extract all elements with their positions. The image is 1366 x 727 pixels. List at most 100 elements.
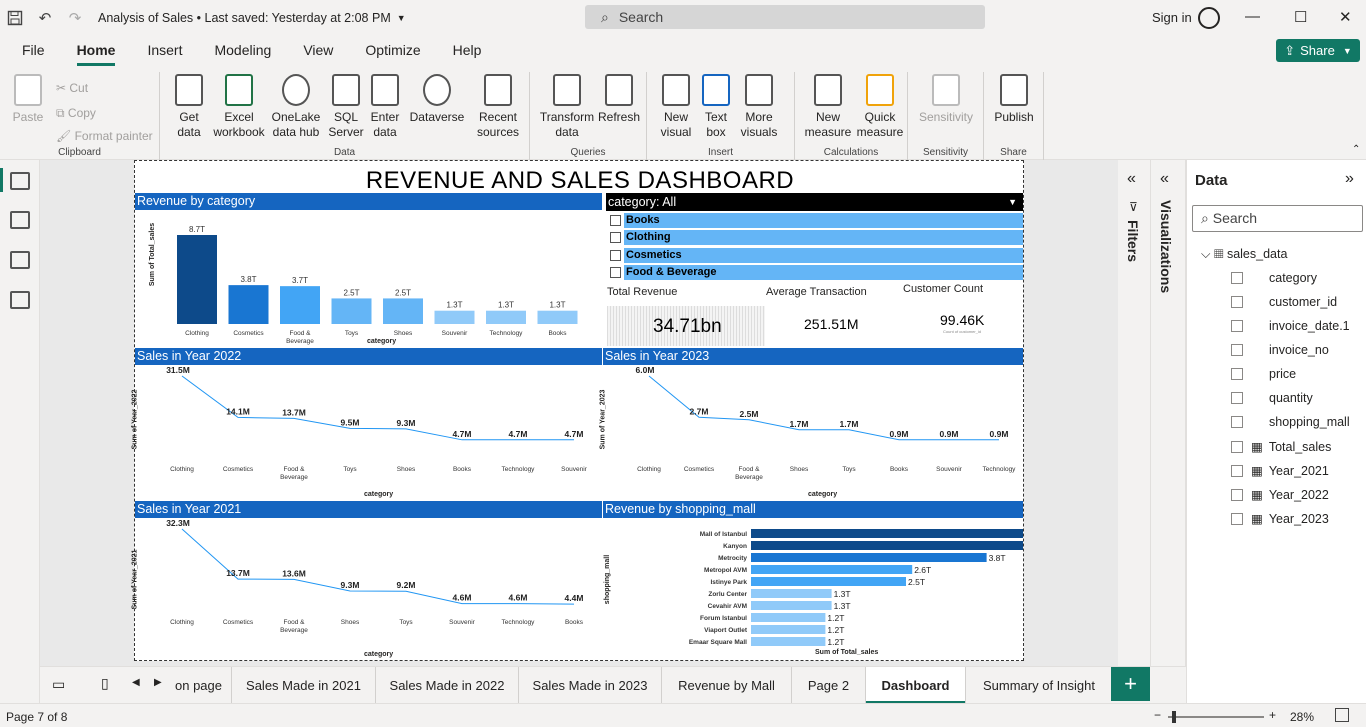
checkbox[interactable] xyxy=(1231,440,1243,453)
sign-in-link[interactable]: Sign in xyxy=(1152,10,1192,25)
new-visual-button[interactable]: New visual xyxy=(657,74,695,140)
checkbox[interactable] xyxy=(1231,392,1243,404)
undo-icon[interactable]: ↶ xyxy=(30,0,60,36)
minimize-icon[interactable]: — xyxy=(1245,8,1260,25)
menu-help[interactable]: Help xyxy=(437,36,498,66)
field-customer-id[interactable]: customer_id xyxy=(1231,295,1337,309)
menu-optimize[interactable]: Optimize xyxy=(349,36,436,66)
document-title[interactable]: Analysis of Sales • Last saved: Yesterda… xyxy=(98,11,391,25)
next-page-icon[interactable]: ▶ xyxy=(154,677,162,688)
prev-page-icon[interactable]: ◀ xyxy=(132,677,140,688)
expand-icon[interactable]: « xyxy=(1127,170,1136,188)
slicer-item-clothing[interactable]: Clothing xyxy=(606,230,1023,245)
sales-2022-chart[interactable]: 31.5M Clothing 14.1M Cosmetics 13.7M Food & Be… xyxy=(135,365,602,495)
menu-home[interactable]: Home xyxy=(61,36,132,66)
checkbox[interactable] xyxy=(1231,488,1243,501)
tab-dashboard[interactable]: Dashboard xyxy=(866,667,966,704)
quick-measure-button[interactable]: Quick measure xyxy=(855,74,905,140)
report-view-icon[interactable] xyxy=(10,172,30,190)
category-slicer-header[interactable]: category: All ▼ xyxy=(606,193,1023,211)
redo-icon[interactable]: ↷ xyxy=(60,0,90,36)
transform-data-button[interactable]: Transform data xyxy=(538,74,596,140)
zoom-slider[interactable] xyxy=(1168,711,1264,723)
field-year-2022[interactable]: ▦ Year_2022 xyxy=(1231,487,1329,502)
enter-data-button[interactable]: Enter data xyxy=(368,74,402,140)
visualizations-pane-collapsed[interactable]: « Visualizations xyxy=(1151,160,1186,703)
tab-summary-of-insight[interactable]: Summary of Insight xyxy=(966,667,1112,704)
tab-on-page[interactable]: on page xyxy=(166,667,232,704)
field-price[interactable]: price xyxy=(1231,367,1296,381)
tab-revenue-by-mall[interactable]: Revenue by Mall xyxy=(662,667,792,704)
checkbox[interactable] xyxy=(610,267,621,278)
menu-insert[interactable]: Insert xyxy=(131,36,198,66)
add-page-button[interactable]: + xyxy=(1111,667,1150,701)
tab-sales-2022[interactable]: Sales Made in 2022 xyxy=(376,667,519,704)
collapse-ribbon-icon[interactable]: ⌃ xyxy=(1352,144,1360,155)
maximize-icon[interactable]: ☐ xyxy=(1294,8,1307,26)
checkbox[interactable] xyxy=(610,250,621,261)
field-year-2023[interactable]: ▦ Year_2023 xyxy=(1231,511,1329,526)
field-year-2021[interactable]: ▦ Year_2021 xyxy=(1231,463,1329,478)
publish-button[interactable]: Publish xyxy=(992,74,1036,125)
menu-view[interactable]: View xyxy=(287,36,349,66)
get-data-button[interactable]: Get data xyxy=(168,74,210,140)
checkbox[interactable] xyxy=(1231,416,1243,428)
zoom-slider-handle[interactable] xyxy=(1172,711,1176,723)
sensitivity-button[interactable]: Sensitivity xyxy=(914,74,978,125)
revenue-by-category-chart[interactable]: 8.7T Clothing 3.8T Cosmetics 3.7T Food & Bever… xyxy=(135,210,602,348)
share-button[interactable]: ⇪ Share ▼ xyxy=(1276,39,1360,62)
slicer-item-food-beverage[interactable]: Food & Beverage xyxy=(606,265,1023,280)
model-view-icon[interactable] xyxy=(10,251,30,269)
collapse-icon[interactable]: » xyxy=(1345,170,1354,188)
field-invoice-no[interactable]: invoice_no xyxy=(1231,343,1329,357)
checkbox[interactable] xyxy=(610,232,621,243)
paste-button[interactable]: Paste xyxy=(10,74,46,125)
onelake-button[interactable]: OneLake data hub xyxy=(268,74,324,140)
dax-query-view-icon[interactable] xyxy=(10,291,30,309)
sql-server-button[interactable]: SQL Server xyxy=(328,74,364,140)
recent-sources-button[interactable]: Recent sources xyxy=(470,74,526,140)
tab-sales-2023[interactable]: Sales Made in 2023 xyxy=(519,667,662,704)
more-visuals-button[interactable]: More visuals xyxy=(735,74,783,140)
cut-button[interactable]: ✂ Cut xyxy=(56,81,88,95)
expand-icon[interactable]: « xyxy=(1160,170,1169,188)
format-painter-button[interactable]: 🖌 Format painter xyxy=(56,129,153,143)
slicer-item-books[interactable]: Books xyxy=(606,213,1023,228)
data-search-input[interactable]: ⌕ Search xyxy=(1192,205,1363,232)
revenue-by-mall-chart[interactable]: 5.0TMall of Istanbul5.0TKanyon3.8TMetroc… xyxy=(603,518,1023,648)
sales-2023-chart[interactable]: 6.0M Clothing 2.7M Cosmetics 2.5M Food & Bever… xyxy=(603,365,1023,495)
field-quantity[interactable]: quantity xyxy=(1231,391,1313,405)
checkbox[interactable] xyxy=(1231,272,1243,284)
checkbox[interactable] xyxy=(610,215,621,226)
tab-page-2[interactable]: Page 2 xyxy=(792,667,866,704)
checkbox[interactable] xyxy=(1231,512,1243,525)
close-icon[interactable]: ✕ xyxy=(1339,8,1352,26)
fit-to-page-icon[interactable] xyxy=(1335,708,1349,722)
field-category[interactable]: category xyxy=(1231,271,1317,285)
checkbox[interactable] xyxy=(1231,344,1243,356)
excel-workbook-button[interactable]: Excel workbook xyxy=(212,74,266,140)
field-invoice-date-1[interactable]: invoice_date.1 xyxy=(1231,319,1350,333)
checkbox[interactable] xyxy=(1231,296,1243,308)
table-sales-data[interactable]: ⌵ ▦ sales_data xyxy=(1201,247,1287,262)
zoom-out-icon[interactable]: − xyxy=(1154,708,1161,722)
avatar-icon[interactable] xyxy=(1198,7,1220,29)
dataverse-button[interactable]: Dataverse xyxy=(406,74,468,125)
save-icon[interactable] xyxy=(0,0,30,36)
table-view-icon[interactable] xyxy=(10,211,30,229)
slicer-item-cosmetics[interactable]: Cosmetics xyxy=(606,248,1023,263)
menu-file[interactable]: File xyxy=(0,36,61,66)
text-box-button[interactable]: Text box xyxy=(699,74,733,140)
chevron-down-icon[interactable]: ▼ xyxy=(397,13,406,23)
checkbox[interactable] xyxy=(1231,320,1243,332)
checkbox[interactable] xyxy=(1231,464,1243,477)
search-input[interactable]: ⌕ Search xyxy=(585,5,985,29)
zoom-in-icon[interactable]: + xyxy=(1269,708,1276,722)
field-shopping-mall[interactable]: shopping_mall xyxy=(1231,415,1350,429)
new-measure-button[interactable]: New measure xyxy=(803,74,853,140)
sales-2021-chart[interactable]: 32.3M Clothing 13.7M Cosmetics 13.6M Food & Be… xyxy=(135,518,602,648)
field-total-sales[interactable]: ▦ Total_sales xyxy=(1231,439,1331,454)
tab-sales-2021[interactable]: Sales Made in 2021 xyxy=(232,667,376,704)
refresh-button[interactable]: Refresh xyxy=(596,74,642,125)
checkbox[interactable] xyxy=(1231,368,1243,380)
